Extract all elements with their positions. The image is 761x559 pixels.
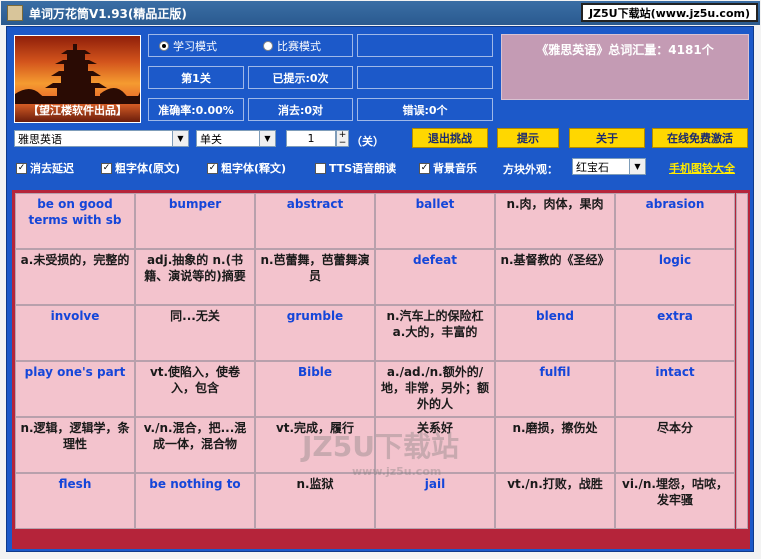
option-tts[interactable]: TTS语音朗读: [315, 160, 396, 176]
option-tts-label: TTS语音朗读: [329, 162, 397, 175]
title-badge: JZ5U下载站(www.jz5u.com): [580, 3, 758, 22]
skin-select-value: 红宝石: [576, 160, 609, 174]
word-tile[interactable]: extra: [615, 305, 735, 361]
word-tile[interactable]: n.磨损，擦伤处: [495, 417, 615, 473]
word-tile[interactable]: adj.抽象的 n.(书籍、演说等的)摘要: [135, 249, 255, 305]
radio-compete-dot[interactable]: [263, 41, 273, 51]
word-tile[interactable]: abrasion: [615, 193, 735, 249]
radio-compete-label: 比赛模式: [277, 40, 321, 53]
word-tile[interactable]: vt.完成，履行: [255, 417, 375, 473]
game-board: be on good terms with sb bumper abstract ba…: [12, 190, 750, 549]
level-suffix: （关）: [351, 135, 384, 148]
word-grid: be on good terms with sb bumper abstract ba…: [15, 193, 735, 529]
accuracy-display: 准确率:0.00%: [148, 98, 244, 121]
level-display: 第1关: [148, 66, 244, 89]
app-window: 单词万花筒V1.93(精品正版) JZ5U下载站(www.jz5u.com) 【…: [0, 0, 761, 559]
word-tile[interactable]: n.肉，肉体，果肉: [495, 193, 615, 249]
word-tile[interactable]: Bible: [255, 361, 375, 417]
window-title: 单词万花筒V1.93(精品正版): [29, 6, 187, 21]
word-tile[interactable]: n.基督教的《圣经》: [495, 249, 615, 305]
word-tile[interactable]: vt.使陷入，使卷入，包含: [135, 361, 255, 417]
eliminated-display: 消去:0对: [248, 98, 353, 121]
word-tile[interactable]: a./ad./n.额外的/地，非常，另外；额外的人: [375, 361, 495, 417]
word-tile[interactable]: be on good terms with sb: [15, 193, 135, 249]
word-tile[interactable]: fulfil: [495, 361, 615, 417]
word-tile[interactable]: play one's part: [15, 361, 135, 417]
option-delay-checkbox[interactable]: ✓: [16, 162, 27, 174]
word-tile[interactable]: vt./n.打败，战胜: [495, 473, 615, 529]
blank-box-2: [357, 66, 493, 89]
vocab-count: 《雅思英语》总词汇量：4181个: [501, 34, 749, 100]
option-bold-trans-label: 粗字体(释文): [221, 162, 287, 175]
radio-compete[interactable]: 比赛模式: [263, 38, 321, 54]
exit-button[interactable]: 退出挑战: [412, 128, 488, 148]
option-delay[interactable]: ✓ 消去延迟: [16, 160, 74, 176]
skin-label: 方块外观：: [503, 163, 558, 176]
word-tile[interactable]: 同...无关: [135, 305, 255, 361]
blank-box-1: [357, 34, 493, 57]
option-delay-label: 消去延迟: [30, 162, 74, 175]
radio-study-dot[interactable]: [159, 41, 169, 51]
option-tts-checkbox[interactable]: [315, 162, 326, 174]
word-tile[interactable]: n.芭蕾舞，芭蕾舞演员: [255, 249, 375, 305]
activate-button[interactable]: 在线免费激活: [652, 128, 748, 148]
level-input[interactable]: 1: [286, 130, 336, 147]
book-select[interactable]: 雅思英语 ▼: [14, 130, 189, 147]
chevron-down-icon[interactable]: ▼: [259, 131, 275, 146]
word-tile[interactable]: involve: [15, 305, 135, 361]
book-select-value: 雅思英语: [18, 132, 62, 146]
logo-caption: 【望江楼软件出品】: [28, 104, 127, 117]
level-input-value: 1: [307, 132, 315, 145]
word-tile[interactable]: n.监狱: [255, 473, 375, 529]
word-tile[interactable]: a.未受损的，完整的: [15, 249, 135, 305]
option-bold-trans-checkbox[interactable]: ✓: [207, 162, 218, 174]
radio-study-label: 学习模式: [173, 40, 217, 53]
radio-study[interactable]: 学习模式: [159, 38, 217, 54]
word-tile[interactable]: 关系好: [375, 417, 495, 473]
word-tile[interactable]: ballet: [375, 193, 495, 249]
option-bgm-label: 背景音乐: [433, 162, 477, 175]
option-bold-orig-label: 粗字体(原文): [115, 162, 181, 175]
word-tile[interactable]: vi./n.埋怨，咕哝，发牢骚: [615, 473, 735, 529]
word-tile[interactable]: v./n.混合，把...混成一体，混合物: [135, 417, 255, 473]
word-tile[interactable]: intact: [615, 361, 735, 417]
option-bgm[interactable]: ✓ 背景音乐: [419, 160, 477, 176]
level-spinner[interactable]: + −: [336, 130, 349, 148]
main-panel: 【望江楼软件出品】 学习模式 比赛模式 第1关 已提示:0次 准确率:0.00%…: [6, 26, 754, 552]
word-tile[interactable]: n.逻辑，逻辑学，条理性: [15, 417, 135, 473]
logo: 【望江楼软件出品】: [14, 35, 141, 123]
word-tile[interactable]: blend: [495, 305, 615, 361]
word-tile[interactable]: jail: [375, 473, 495, 529]
scrollbar[interactable]: [736, 193, 748, 529]
about-button[interactable]: 关于: [569, 128, 645, 148]
word-tile[interactable]: n.汽车上的保险杠 a.大的，丰富的: [375, 305, 495, 361]
errors-display: 错误:0个: [357, 98, 493, 121]
mode-select[interactable]: 单关 ▼: [196, 130, 276, 147]
word-tile[interactable]: abstract: [255, 193, 375, 249]
chevron-down-icon[interactable]: ▼: [629, 159, 645, 174]
word-tile[interactable]: be nothing to: [135, 473, 255, 529]
skin-select[interactable]: 红宝石 ▼: [572, 158, 646, 175]
hint-button[interactable]: 提示: [497, 128, 559, 148]
option-bgm-checkbox[interactable]: ✓: [419, 162, 430, 174]
hints-display: 已提示:0次: [248, 66, 353, 89]
word-tile[interactable]: grumble: [255, 305, 375, 361]
word-tile[interactable]: 尽本分: [615, 417, 735, 473]
spin-down-icon[interactable]: −: [337, 139, 348, 148]
word-tile[interactable]: logic: [615, 249, 735, 305]
word-tile[interactable]: bumper: [135, 193, 255, 249]
ringtone-link[interactable]: 手机图铃大全: [669, 160, 735, 176]
chevron-down-icon[interactable]: ▼: [172, 131, 188, 146]
app-icon: [7, 5, 23, 21]
mode-select-value: 单关: [200, 132, 222, 146]
word-tile[interactable]: flesh: [15, 473, 135, 529]
word-tile[interactable]: defeat: [375, 249, 495, 305]
option-bold-orig-checkbox[interactable]: ✓: [101, 162, 112, 174]
option-bold-trans[interactable]: ✓ 粗字体(释文): [207, 160, 286, 176]
title-bar: 单词万花筒V1.93(精品正版) JZ5U下载站(www.jz5u.com): [1, 1, 760, 25]
option-bold-orig[interactable]: ✓ 粗字体(原文): [101, 160, 180, 176]
